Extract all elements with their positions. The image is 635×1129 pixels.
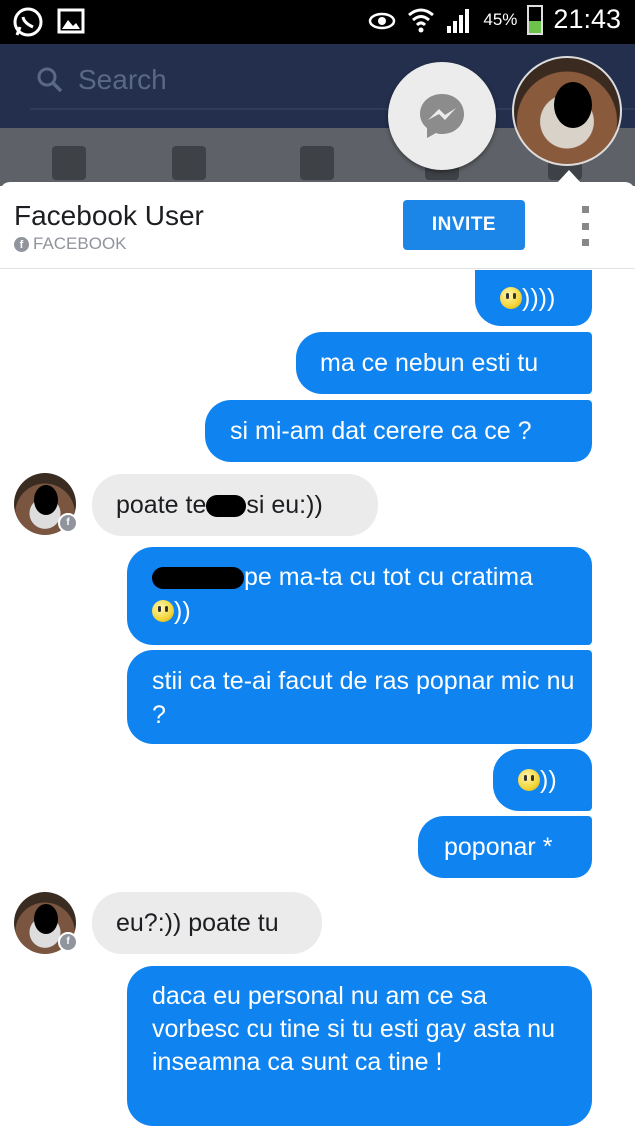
chat-panel: Facebook User f FACEBOOK INVITE )))) ma … [0, 182, 635, 1129]
message-text: poate te [116, 491, 207, 519]
contact-source: f FACEBOOK [14, 234, 127, 254]
redaction [34, 904, 58, 934]
messages-tab-icon[interactable] [300, 146, 334, 180]
friends-tab-icon[interactable] [172, 146, 206, 180]
whatsapp-icon [13, 7, 43, 37]
messenger-icon [420, 94, 464, 138]
message-bubble-outgoing[interactable]: )))) [475, 270, 592, 326]
contact-name: Facebook User [14, 200, 204, 231]
news-feed-tab-icon[interactable] [52, 146, 86, 180]
message-text: stii ca te-ai facut de ras popnar mic nu… [152, 667, 575, 729]
message-bubble-incoming[interactable]: eu?:)) poate tu [92, 892, 322, 954]
message-bubble-outgoing[interactable]: ma ce nebun esti tu [296, 332, 592, 394]
clock: 21:43 [553, 4, 621, 34]
message-text: eu?:)) poate tu [116, 909, 279, 937]
smiley-emoji-icon [518, 769, 540, 791]
message-text: )))) [522, 284, 556, 312]
search-placeholder: Search [78, 64, 167, 95]
search-icon [37, 67, 63, 93]
contact-source-label: FACEBOOK [33, 234, 127, 253]
chat-header: Facebook User f FACEBOOK INVITE [0, 182, 635, 269]
message-text: )) [540, 766, 557, 794]
signal-icon [447, 8, 470, 33]
message-bubble-incoming[interactable]: poate te si eu:)) [92, 474, 378, 536]
message-bubble-outgoing[interactable]: si mi-am dat cerere ca ce ? [205, 400, 592, 462]
message-text: pe ma-ta cu tot cu cratima [244, 563, 534, 591]
smiley-emoji-icon [500, 287, 522, 309]
invite-button[interactable]: INVITE [403, 200, 525, 250]
facebook-badge-icon: f [58, 513, 78, 533]
contact-chat-head-avatar[interactable] [512, 56, 622, 166]
battery-percent: 45% [483, 9, 518, 29]
message-bubble-outgoing[interactable]: daca eu personal nu am ce sa vorbesc cu … [127, 966, 592, 1126]
message-bubble-outgoing[interactable]: poponar * [418, 816, 592, 878]
message-bubble-outgoing[interactable]: )) [493, 749, 592, 811]
message-text: daca eu personal nu am ce sa vorbesc cu … [152, 982, 555, 1076]
facebook-badge-icon: f [58, 932, 78, 952]
message-text: )) [174, 597, 191, 625]
message-text: si mi-am dat cerere ca ce ? [230, 417, 532, 445]
messenger-chat-head[interactable] [388, 62, 496, 170]
redaction [34, 485, 58, 515]
message-bubble-outgoing[interactable]: pe ma-ta cu tot cu cratima )) [127, 547, 592, 645]
gallery-icon [57, 8, 85, 34]
search-box[interactable]: Search [36, 64, 167, 96]
redaction [554, 82, 592, 128]
contact-avatar[interactable]: f [14, 892, 78, 954]
status-bar: 45% 21:43 [0, 0, 635, 44]
facebook-icon: f [14, 236, 29, 252]
eye-icon [369, 12, 396, 29]
message-text: si eu:)) [246, 491, 323, 519]
message-text: poponar * [444, 833, 553, 861]
message-text: ma ce nebun esti tu [320, 349, 539, 377]
redaction [206, 495, 247, 518]
battery-icon [527, 4, 544, 35]
message-bubble-outgoing[interactable]: stii ca te-ai facut de ras popnar mic nu… [127, 650, 592, 744]
more-options-icon[interactable] [578, 206, 592, 246]
redaction [152, 567, 244, 590]
wifi-icon [408, 8, 435, 32]
smiley-emoji-icon [152, 600, 174, 622]
contact-avatar[interactable]: f [14, 473, 78, 535]
